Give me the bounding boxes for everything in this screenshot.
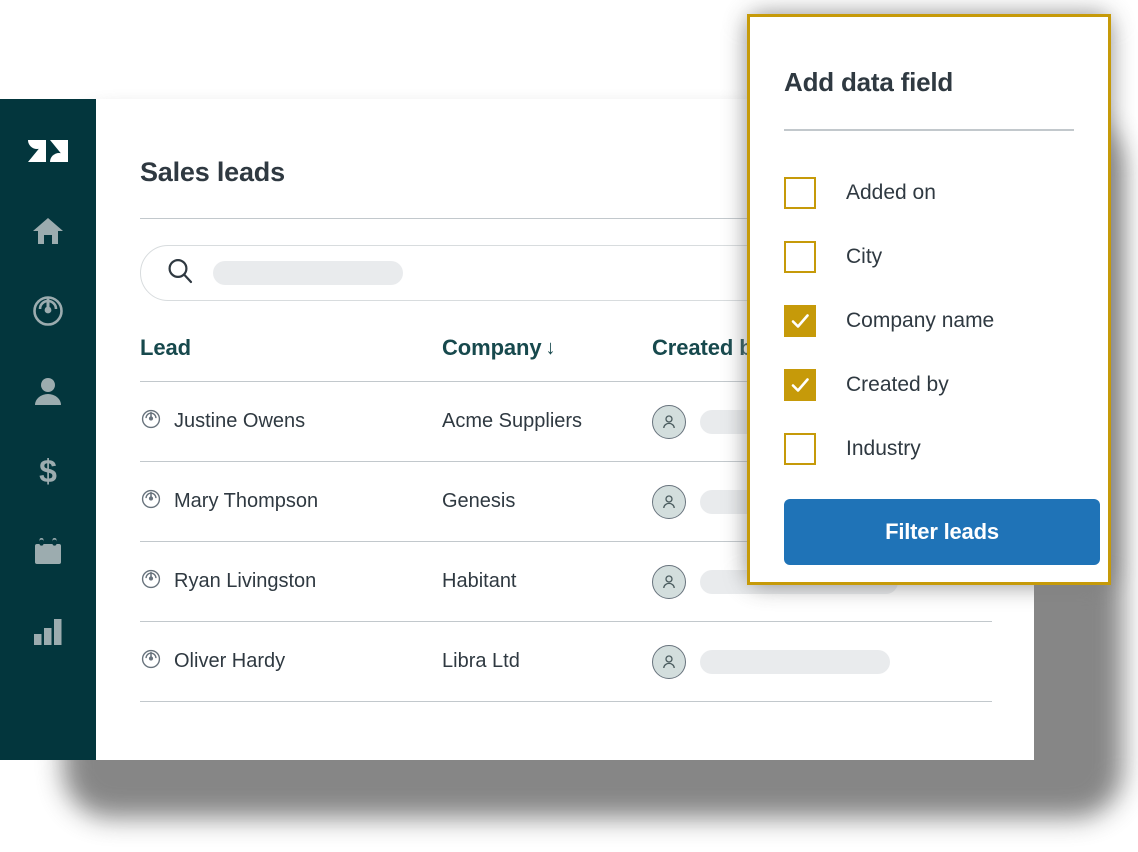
sidebar-item-deals[interactable]: $ (24, 447, 72, 495)
option-created-by[interactable]: Created by (784, 353, 1074, 417)
column-header-company-label: Company (442, 335, 542, 360)
cell-company: Acme Suppliers (442, 410, 583, 432)
option-city[interactable]: City (784, 225, 1074, 289)
column-header-lead[interactable]: Lead (140, 335, 442, 361)
lead-name: Ryan Livingston (174, 570, 317, 592)
table-row[interactable]: Oliver Hardy Libra Ltd (140, 622, 992, 702)
deals-icon: $ (31, 454, 65, 488)
home-icon (31, 214, 65, 248)
cell-company: Genesis (442, 490, 516, 512)
option-label: City (846, 245, 883, 268)
zendesk-logo-icon[interactable] (25, 125, 71, 171)
reports-icon (31, 614, 65, 648)
option-added-on[interactable]: Added on (784, 161, 1074, 225)
lead-name: Mary Thompson (174, 490, 319, 512)
sort-descending-icon[interactable]: ↓ (546, 337, 556, 360)
search-icon (165, 256, 195, 291)
panel-title: Add data field (784, 67, 954, 97)
checkbox-city[interactable] (784, 241, 816, 273)
option-label: Created by (846, 373, 949, 396)
sidebar-item-contacts[interactable] (24, 367, 72, 415)
calendar-icon (31, 534, 65, 568)
checkbox-added-on[interactable] (784, 177, 816, 209)
cell-lead: Justine Owens (140, 408, 442, 436)
cell-company: Habitant (442, 570, 517, 592)
sidebar-item-prospect[interactable] (24, 287, 72, 335)
cell-lead: Oliver Hardy (140, 648, 442, 676)
cell-company: Libra Ltd (442, 650, 520, 672)
search-placeholder-skeleton (213, 261, 403, 285)
screenshot-stage: $ Sales leads Lead Company ↓ Created by … (0, 0, 1138, 852)
avatar (652, 644, 686, 679)
checkbox-industry[interactable] (784, 433, 816, 465)
option-industry[interactable]: Industry (784, 417, 1074, 481)
column-header-lead-label: Lead (140, 335, 191, 360)
checkbox-company-name[interactable] (784, 305, 816, 337)
option-label: Company name (846, 309, 995, 332)
avatar (652, 484, 686, 519)
lead-icon (140, 568, 162, 596)
cell-created-by (652, 644, 992, 679)
option-label: Industry (846, 437, 921, 460)
lead-icon (140, 648, 162, 676)
checkbox-created-by[interactable] (784, 369, 816, 401)
option-label: Added on (846, 181, 936, 204)
sidebar: $ (0, 99, 96, 760)
avatar (652, 404, 686, 439)
created-by-skeleton (700, 649, 890, 674)
avatar (652, 564, 686, 599)
lead-name: Justine Owens (174, 410, 306, 432)
sidebar-item-reports[interactable] (24, 607, 72, 655)
panel-divider (784, 129, 1074, 131)
add-data-field-panel: Add data field Added on City Company nam… (747, 14, 1111, 585)
svg-text:$: $ (39, 454, 57, 488)
data-field-option-list: Added on City Company name Created by In… (784, 161, 1074, 481)
column-header-company[interactable]: Company ↓ (442, 335, 652, 361)
cell-lead: Mary Thompson (140, 488, 442, 516)
option-company-name[interactable]: Company name (784, 289, 1074, 353)
lead-icon (140, 488, 162, 516)
sidebar-item-home[interactable] (24, 207, 72, 255)
sidebar-item-calendar[interactable] (24, 527, 72, 575)
lead-icon (140, 408, 162, 436)
cell-lead: Ryan Livingston (140, 568, 442, 596)
contacts-icon (31, 374, 65, 408)
lead-name: Oliver Hardy (174, 650, 286, 672)
filter-leads-button[interactable]: Filter leads (784, 499, 1100, 565)
prospect-icon (31, 294, 65, 328)
